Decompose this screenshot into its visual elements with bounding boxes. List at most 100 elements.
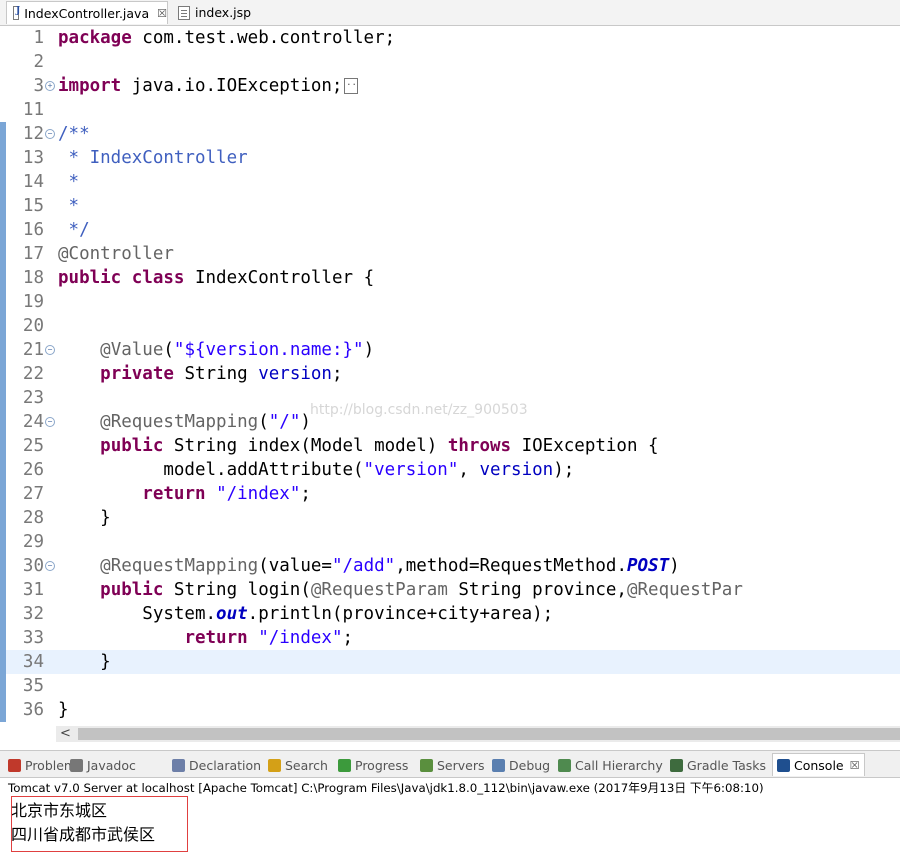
code-line[interactable]: 15 * — [0, 194, 900, 218]
code-token: ,method=RequestMethod. — [395, 556, 627, 576]
code-token: "/index" — [216, 484, 301, 504]
line-number: 23 — [22, 388, 44, 408]
code-token: class — [131, 268, 185, 288]
code-token: public — [100, 580, 164, 600]
watermark: http://blog.csdn.net/zz_900503 — [310, 402, 528, 418]
code-token: (value= — [258, 556, 332, 576]
code-line[interactable]: 16 */ — [0, 218, 900, 242]
code-line[interactable]: 28 } — [0, 506, 900, 530]
tab-console[interactable]: Console ☒ — [772, 753, 865, 776]
change-marker — [0, 698, 6, 722]
code-text: @Value("${version.name:}") — [58, 338, 374, 362]
change-marker — [0, 266, 6, 290]
line-number: 33 — [22, 628, 44, 648]
tab-declaration[interactable]: Declaration — [172, 755, 261, 775]
code-line[interactable]: 14 * — [0, 170, 900, 194]
code-editor[interactable]: 1 package com.test.web.controller; 2 3 + impo… — [0, 26, 900, 726]
code-line[interactable]: 19 — [0, 290, 900, 314]
collapse-fold-icon[interactable]: − — [45, 129, 55, 139]
scroll-left-icon[interactable]: < — [60, 726, 71, 741]
scrollbar-thumb[interactable] — [78, 728, 900, 740]
code-line[interactable]: 31 public String login(@RequestParam Str… — [0, 578, 900, 602]
line-number: 2 — [33, 52, 44, 72]
tab-label: Console — [794, 757, 844, 773]
code-line[interactable]: 2 — [0, 50, 900, 74]
code-line[interactable]: 3 + import java.io.IOException;.. — [0, 74, 900, 98]
code-token: * — [58, 196, 80, 216]
line-number: 21 — [22, 340, 44, 360]
change-marker — [0, 170, 6, 194]
code-line[interactable]: 35 — [0, 674, 900, 698]
code-line[interactable]: 22 private String version; — [0, 362, 900, 386]
change-marker — [0, 386, 6, 410]
code-token: @RequestParam — [310, 580, 448, 600]
search-icon — [268, 758, 281, 772]
code-line[interactable]: 33 return "/index"; — [0, 626, 900, 650]
code-line[interactable]: 32 System.out.println(province+city+area… — [0, 602, 900, 626]
line-number: 36 — [22, 700, 44, 720]
tab-index-jsp[interactable]: index.jsp — [172, 1, 282, 24]
code-token: version — [258, 364, 332, 384]
console-process-title: Tomcat v7.0 Server at localhost [Apache … — [8, 781, 764, 795]
views-tab-bar: Problems Javadoc Declaration Search Progress… — [0, 750, 900, 778]
line-number: 32 — [22, 604, 44, 624]
code-token: ) — [669, 556, 680, 576]
code-token: String — [173, 364, 259, 384]
tab-label: Gradle Tasks — [687, 757, 767, 773]
code-line[interactable]: 21− @Value("${version.name:}") — [0, 338, 900, 362]
tab-call-hierarchy[interactable]: Call Hierarchy — [558, 755, 663, 775]
tab-progress[interactable]: Progress — [338, 755, 408, 775]
code-line[interactable]: 13 * IndexController — [0, 146, 900, 170]
change-marker — [0, 674, 6, 698]
code-token: @RequestMapping — [100, 556, 259, 576]
tab-gradle-tasks[interactable]: Gradle Tasks — [670, 755, 766, 775]
code-line[interactable]: 26 model.addAttribute("version", version… — [0, 458, 900, 482]
code-line[interactable]: 20 — [0, 314, 900, 338]
collapse-fold-icon[interactable]: − — [45, 561, 55, 571]
code-line[interactable]: 34 } — [0, 650, 900, 674]
code-token: @RequestMapping — [100, 412, 259, 432]
problems-icon — [8, 758, 21, 772]
close-tab-icon[interactable]: ☒ — [157, 7, 167, 20]
change-marker — [0, 218, 6, 242]
tab-index-controller-java[interactable]: IndexController.java ☒ — [6, 1, 168, 24]
tab-javadoc[interactable]: Javadoc — [70, 755, 136, 775]
change-marker — [0, 122, 6, 146]
code-line[interactable]: 17 @Controller — [0, 242, 900, 266]
code-line[interactable]: 27 return "/index"; — [0, 482, 900, 506]
collapsed-imports-icon[interactable]: .. — [344, 78, 359, 94]
code-text: } — [58, 650, 111, 674]
change-marker — [0, 530, 6, 554]
tab-label: index.jsp — [195, 5, 252, 20]
code-line[interactable]: 1 package com.test.web.controller; — [0, 26, 900, 50]
line-number: 13 — [22, 148, 44, 168]
code-token: ( — [258, 412, 269, 432]
tab-label: Javadoc — [87, 757, 136, 773]
collapse-fold-icon[interactable]: − — [45, 417, 55, 427]
code-line[interactable]: 36} — [0, 698, 900, 722]
tab-search[interactable]: Search — [268, 755, 328, 775]
line-number: 18 — [22, 268, 44, 288]
code-line[interactable]: 18 public class IndexController { — [0, 266, 900, 290]
code-token: model.addAttribute( — [58, 460, 364, 480]
line-number: 3 — [33, 76, 44, 96]
code-line[interactable]: 12−/** — [0, 122, 900, 146]
change-marker — [0, 482, 6, 506]
code-line[interactable]: 29 — [0, 530, 900, 554]
tab-servers[interactable]: Servers — [420, 755, 485, 775]
code-line[interactable]: 25 public String index(Model model) thro… — [0, 434, 900, 458]
call-hierarchy-icon — [558, 758, 571, 772]
tab-debug[interactable]: Debug — [492, 755, 550, 775]
collapse-fold-icon[interactable]: − — [45, 345, 55, 355]
code-text: * IndexController — [58, 146, 248, 170]
code-line[interactable]: 11 — [0, 98, 900, 122]
close-tab-icon[interactable]: ☒ — [850, 759, 860, 772]
expand-fold-icon[interactable]: + — [45, 81, 55, 91]
line-number: 14 — [22, 172, 44, 192]
code-line[interactable]: 30− @RequestMapping(value="/add",method=… — [0, 554, 900, 578]
